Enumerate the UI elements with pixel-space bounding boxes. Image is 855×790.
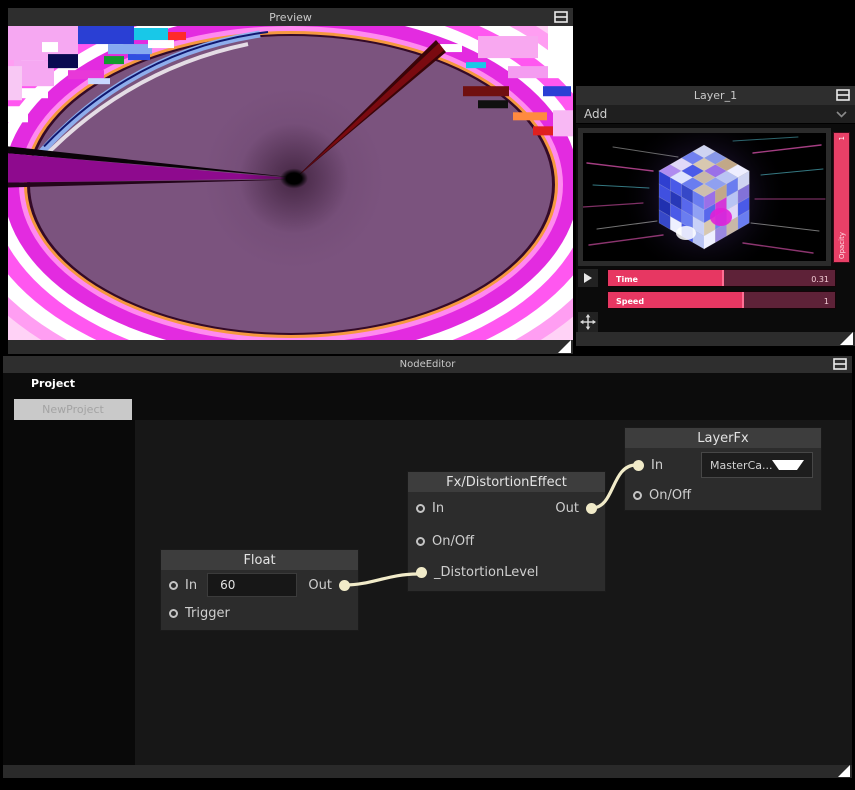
speed-label: Speed [616,297,644,306]
layerfx-in-row: In MasterCa... [625,448,821,482]
fx-level-label: _DistortionLevel [434,565,539,580]
layer-title: Layer_1 [694,89,737,102]
add-label: Add [584,107,836,121]
layerfx-dropdown-value: MasterCa... [710,459,772,472]
node-layerfx[interactable]: LayerFx In MasterCa... On/Off [625,428,821,510]
layerfx-onoff-label: On/Off [649,488,691,503]
layer-thumbnail[interactable] [583,133,826,261]
add-source-dropdown[interactable]: Add [576,105,855,124]
resize-handle-icon[interactable] [558,340,571,353]
tab-label: NewProject [42,403,104,416]
layerfx-onoff-row: On/Off [625,482,821,510]
fx-onoff-label: On/Off [432,534,474,549]
node-canvas[interactable]: Float In Out Trigger Fx/DistortionEffect [3,420,852,765]
time-slider[interactable]: Time 0.31 [607,269,836,287]
node-float-titlebar[interactable]: Float [161,550,358,570]
preview-titlebar[interactable]: Preview [8,8,573,26]
opacity-label: Opacity [838,232,846,259]
nodeeditor-statusbar [3,765,852,778]
chevron-down-icon [836,111,847,118]
fx-level-row: _DistortionLevel [408,558,605,591]
fx-onoff-port-icon[interactable] [416,537,425,546]
node-distortion-title: Fx/DistortionEffect [446,475,567,490]
layerfx-in-port-icon[interactable] [633,460,644,471]
time-value: 0.31 [811,275,829,284]
fx-in-out-row: In Out [408,492,605,525]
float-in-label: In [185,578,197,593]
float-out-label: Out [308,578,332,593]
opacity-slider[interactable]: 1 Opacity [833,132,850,263]
preview-panel: Preview [8,8,573,354]
time-label: Time [616,275,638,284]
tab-newproject[interactable]: NewProject [14,399,132,420]
float-in-port-icon[interactable] [169,581,178,590]
play-icon [584,273,592,283]
float-value-input[interactable] [207,573,297,597]
float-in-row: In Out [161,570,358,600]
speed-value: 1 [824,297,829,306]
fx-out-label: Out [555,501,579,516]
tab-column [3,420,135,765]
resize-handle-icon[interactable] [838,765,850,777]
float-out-port-icon[interactable] [339,580,350,591]
dropdown-arrow-icon [772,460,804,470]
play-button[interactable] [578,269,598,287]
preview-statusbar [8,340,573,354]
nodeeditor-titlebar[interactable]: NodeEditor [3,356,852,373]
menu-project[interactable]: Project [31,377,75,390]
layerfx-in-label: In [651,458,663,473]
opacity-value: 1 [838,136,853,140]
speed-slider[interactable]: Speed 1 [607,291,836,309]
fx-in-label: In [432,501,444,516]
float-trigger-row: Trigger [161,600,358,630]
layerfx-onoff-port-icon[interactable] [633,491,642,500]
node-float[interactable]: Float In Out Trigger [161,550,358,630]
menubar: Project [3,373,852,393]
fx-in-port-icon[interactable] [416,504,425,513]
node-editor-panel: NodeEditor Project NewProject Float In O… [3,356,852,778]
window-icon[interactable] [554,11,568,23]
window-icon[interactable] [836,89,850,101]
fx-level-port-icon[interactable] [416,567,427,578]
node-distortion-titlebar[interactable]: Fx/DistortionEffect [408,472,605,492]
preview-viewport [8,26,573,340]
nodeeditor-title: NodeEditor [400,359,456,370]
layer-titlebar[interactable]: Layer_1 [576,86,855,105]
float-trigger-label: Trigger [185,606,230,621]
preview-render [8,26,573,340]
float-trigger-port-icon[interactable] [169,609,178,618]
resize-handle-icon[interactable] [840,332,853,345]
tab-bar: NewProject [3,393,852,420]
window-icon[interactable] [833,358,847,370]
layerfx-target-dropdown[interactable]: MasterCa... [701,452,813,478]
preview-title: Preview [269,11,312,24]
move-tool-button[interactable] [578,312,598,332]
node-float-title: Float [243,553,275,568]
node-distortion[interactable]: Fx/DistortionEffect In Out On/Off _Disto… [408,472,605,591]
layer-statusbar [576,332,855,346]
node-layerfx-titlebar[interactable]: LayerFx [625,428,821,448]
node-layerfx-title: LayerFx [697,431,748,446]
fx-onoff-row: On/Off [408,525,605,558]
layer-panel: Layer_1 Add [576,86,855,346]
fx-out-port-icon[interactable] [586,503,597,514]
move-icon [580,314,596,330]
layer-thumbnail-frame [578,128,831,266]
